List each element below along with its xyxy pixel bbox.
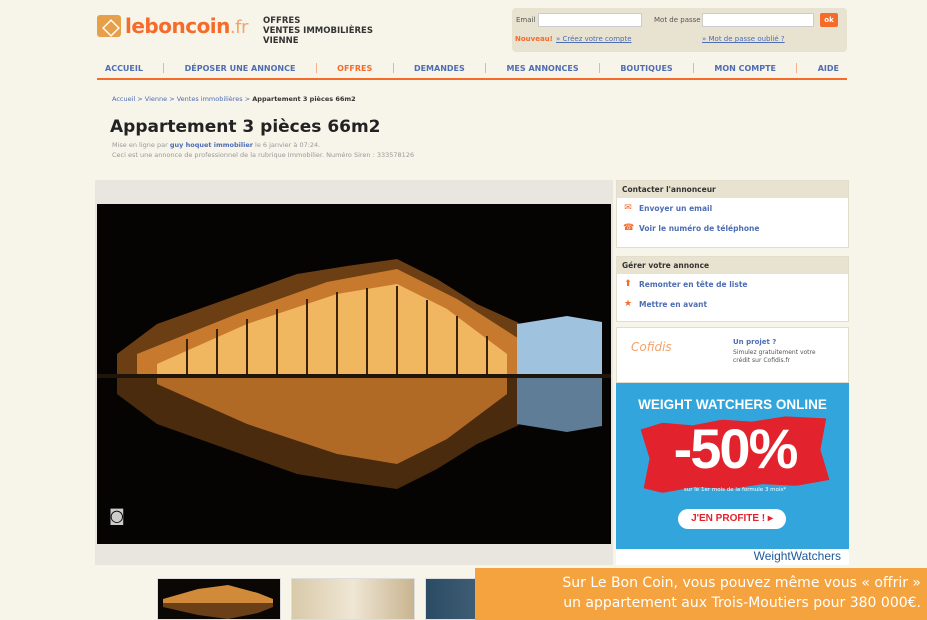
- ad-brand: WeightWatchers: [616, 549, 849, 565]
- nav-divider: [598, 63, 600, 73]
- bump-listing-label: Remonter en tête de liste: [639, 279, 748, 289]
- email-field[interactable]: [538, 13, 642, 27]
- ad-small-print: sur le 1er mois de la formule 3 mois*: [683, 487, 787, 493]
- section-line-3: VIENNE: [263, 36, 299, 46]
- caption-line-2: un appartement aux Trois-Moutiers pour 3…: [563, 595, 921, 611]
- ad-headline: WEIGHT WATCHERS ONLINE: [638, 397, 827, 412]
- create-account-link[interactable]: » Créez votre compte: [556, 35, 632, 43]
- thumbnail-image: [158, 579, 280, 619]
- nav-divider: [796, 63, 798, 73]
- nav-demandes[interactable]: DEMANDES: [414, 64, 465, 73]
- password-label: Mot de passe: [654, 16, 701, 24]
- weight-watchers-ad[interactable]: WEIGHT WATCHERS ONLINE -50% sur le 1er m…: [616, 383, 849, 565]
- login-button[interactable]: ok: [820, 13, 838, 27]
- forgot-password-link[interactable]: » Mot de passe oublié ?: [702, 35, 785, 43]
- nav-divider: [315, 63, 317, 73]
- password-field[interactable]: [702, 13, 814, 27]
- night-building-image: [97, 204, 611, 544]
- nav-aide[interactable]: AIDE: [818, 64, 839, 73]
- nav-divider: [485, 63, 487, 73]
- envelope-icon: ✉: [624, 203, 632, 213]
- login-panel: Email Mot de passe ok Nouveau! » Créez v…: [512, 8, 847, 52]
- contact-header: Contacter l'annonceur: [617, 181, 848, 198]
- logo-icon: [97, 15, 121, 37]
- logo-tld: .fr: [229, 17, 248, 38]
- manage-header: Gérer votre annonce: [617, 257, 848, 274]
- nav-divider: [163, 63, 165, 73]
- posted-date: le 6 janvier à 07:24.: [252, 141, 321, 149]
- listing-photo[interactable]: ◙: [97, 204, 611, 544]
- breadcrumb-path[interactable]: Accueil > Vienne > Ventes immobilières >: [112, 95, 252, 103]
- pro-note: Ceci est une annonce de professionnel de…: [112, 151, 415, 159]
- posted-prefix: Mise en ligne par: [112, 141, 170, 149]
- manage-box: Gérer votre annonce ⬆ Remonter en tête de…: [616, 256, 849, 322]
- caption-overlay: Sur Le Bon Coin, vous pouvez même vous «…: [475, 568, 927, 620]
- nav-accueil[interactable]: ACCUEIL: [105, 64, 143, 73]
- contact-box: Contacter l'annonceur ✉ Envoyer un email …: [616, 180, 849, 248]
- ad-discount: -50%: [673, 417, 799, 480]
- photo-thumbnail[interactable]: [157, 578, 281, 620]
- ad-cta-button[interactable]: J'EN PROFITE ! ▸: [678, 509, 786, 529]
- cofidis-title: Un projet ?: [733, 338, 777, 346]
- nav-divider: [693, 63, 695, 73]
- site-logo[interactable]: leboncoin.fr: [97, 14, 248, 38]
- phone-icon: ☎: [623, 223, 635, 233]
- nav-boutiques[interactable]: BOUTIQUES: [620, 64, 672, 73]
- main-nav: ACCUEIL DÉPOSER UNE ANNONCE OFFRES DEMAN…: [97, 58, 847, 80]
- arrow-up-icon: ⬆: [624, 279, 632, 289]
- nav-offres[interactable]: OFFRES: [337, 64, 372, 73]
- section-title: OFFRES VENTES IMMOBILIÈRES VIENNE: [263, 16, 373, 46]
- logo-name: leboncoin: [125, 14, 230, 38]
- listing-meta: Mise en ligne par guy hoquet immobilier …: [112, 140, 414, 160]
- cofidis-logo: Cofidis: [631, 340, 672, 354]
- nav-mon-compte[interactable]: MON COMPTE: [714, 64, 776, 73]
- feature-listing-label: Mettre en avant: [639, 299, 708, 309]
- show-phone-label: Voir le numéro de téléphone: [639, 223, 760, 233]
- send-email-button[interactable]: ✉ Envoyer un email: [617, 198, 848, 218]
- page: leboncoin.fr OFFRES VENTES IMMOBILIÈRES …: [95, 0, 855, 620]
- page-title: Appartement 3 pièces 66m2: [110, 117, 381, 137]
- new-user-label: Nouveau!: [515, 35, 553, 43]
- cofidis-ad[interactable]: Cofidis Un projet ? Simulez gratuitement…: [616, 327, 849, 383]
- feature-listing-button[interactable]: ★ Mettre en avant: [617, 294, 848, 314]
- breadcrumb-current: Appartement 3 pièces 66m2: [252, 95, 356, 103]
- caption-line-1: Sur Le Bon Coin, vous pouvez même vous «…: [562, 575, 921, 591]
- star-icon: ★: [623, 299, 633, 309]
- cofidis-text: Simulez gratuitement votre crédit sur Co…: [733, 349, 816, 364]
- breadcrumb: Accueil > Vienne > Ventes immobilières >…: [112, 95, 356, 103]
- bump-listing-button[interactable]: ⬆ Remonter en tête de liste: [617, 274, 848, 294]
- nav-deposer[interactable]: DÉPOSER UNE ANNONCE: [185, 64, 296, 73]
- section-line-2: VENTES IMMOBILIÈRES: [263, 26, 373, 36]
- photo-thumbnail[interactable]: [291, 578, 415, 620]
- section-line-1: OFFRES: [263, 16, 301, 26]
- send-email-label: Envoyer un email: [639, 203, 713, 213]
- nav-mes-annonces[interactable]: MES ANNONCES: [506, 64, 578, 73]
- nav-divider: [392, 63, 394, 73]
- camera-icon: ◙: [109, 506, 125, 525]
- advertiser-link[interactable]: guy hoquet immobilier: [170, 141, 253, 149]
- show-phone-button[interactable]: ☎ Voir le numéro de téléphone: [617, 218, 848, 238]
- email-label: Email: [516, 16, 536, 24]
